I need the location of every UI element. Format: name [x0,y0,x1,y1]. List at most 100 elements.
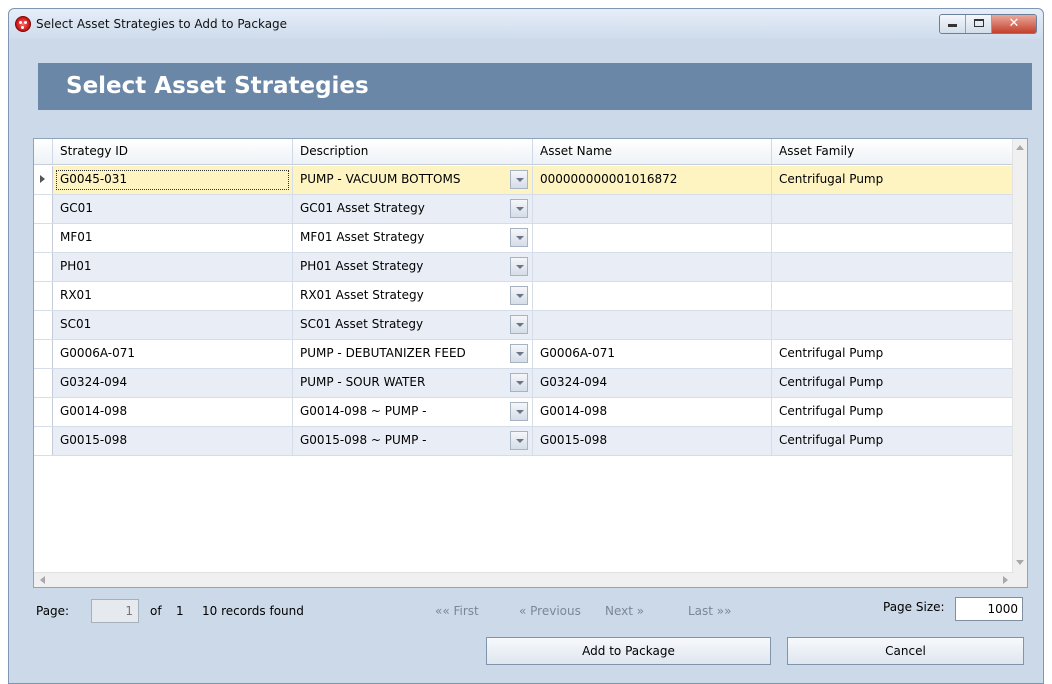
asset-family-cell[interactable]: Centrifugal Pump [772,427,1014,455]
vertical-scrollbar[interactable] [1012,139,1027,587]
description-cell[interactable]: PUMP - VACUUM BOTTOMS [293,166,533,194]
close-button[interactable]: ✕ [992,15,1036,33]
strategy-id-cell[interactable]: RX01 [53,282,293,310]
description-cell[interactable]: SC01 Asset Strategy [293,311,533,339]
table-row[interactable]: G0324-094 PUMP - SOUR WATER G0324-094 Ce… [34,369,1014,398]
scroll-right-icon[interactable] [1003,576,1008,584]
strategy-id-cell[interactable]: G0014-098 [53,398,293,426]
table-row[interactable]: G0006A-071 PUMP - DEBUTANIZER FEED G0006… [34,340,1014,369]
asset-family-cell[interactable] [772,224,1014,252]
description-cell[interactable]: PUMP - SOUR WATER [293,369,533,397]
table-row[interactable]: GC01 GC01 Asset Strategy [34,195,1014,224]
asset-name-cell[interactable]: G0006A-071 [533,340,772,368]
strategy-id-cell[interactable]: G0324-094 [53,369,293,397]
focus-rectangle [56,170,289,190]
page-number-input[interactable]: 1 [91,599,139,623]
asset-name-cell[interactable]: G0324-094 [533,369,772,397]
asset-name-cell[interactable] [533,311,772,339]
row-selector[interactable] [34,253,53,281]
strategy-id-cell[interactable]: G0006A-071 [53,340,293,368]
next-page-link[interactable]: Next » [605,604,644,618]
grid-rows: G0045-031 PUMP - VACUUM BOTTOMS 00000000… [34,166,1014,456]
description-cell[interactable]: PH01 Asset Strategy [293,253,533,281]
horizontal-scrollbar[interactable] [34,572,1014,587]
asset-family-cell[interactable] [772,195,1014,223]
description-cell[interactable]: GC01 Asset Strategy [293,195,533,223]
row-selector[interactable] [34,195,53,223]
total-pages: 1 [176,604,184,618]
strategy-id-cell[interactable]: G0045-031 [53,166,293,194]
scroll-down-icon[interactable] [1016,560,1024,565]
strategy-id-cell[interactable]: PH01 [53,253,293,281]
asset-name-cell[interactable] [533,224,772,252]
description-dropdown-button[interactable] [510,402,528,421]
row-selector[interactable] [34,369,53,397]
first-page-link[interactable]: «« First [435,604,479,618]
description-dropdown-button[interactable] [510,315,528,334]
page-label: Page: [36,604,70,618]
last-page-link[interactable]: Last »» [688,604,732,618]
description-dropdown-button[interactable] [510,286,528,305]
row-selector[interactable] [34,398,53,426]
description-dropdown-button[interactable] [510,431,528,450]
row-selector[interactable] [34,340,53,368]
add-to-package-button[interactable]: Add to Package [486,637,771,665]
row-selector[interactable] [34,166,53,194]
row-selector[interactable] [34,427,53,455]
asset-name-cell[interactable]: 000000000001016872 [533,166,772,194]
cancel-button[interactable]: Cancel [787,637,1024,665]
table-row[interactable]: G0045-031 PUMP - VACUUM BOTTOMS 00000000… [34,166,1014,195]
description-dropdown-button[interactable] [510,257,528,276]
asset-family-cell[interactable]: Centrifugal Pump [772,340,1014,368]
asset-name-cell[interactable]: G0014-098 [533,398,772,426]
asset-family-cell[interactable]: Centrifugal Pump [772,166,1014,194]
description-cell[interactable]: MF01 Asset Strategy [293,224,533,252]
asset-family-cell[interactable] [772,253,1014,281]
strategy-id-cell[interactable]: SC01 [53,311,293,339]
column-header-asset-family[interactable]: Asset Family [772,139,1014,164]
asset-name-cell[interactable] [533,195,772,223]
description-dropdown-button[interactable] [510,344,528,363]
row-selector[interactable] [34,311,53,339]
strategy-id-cell[interactable]: GC01 [53,195,293,223]
description-cell[interactable]: RX01 Asset Strategy [293,282,533,310]
table-row[interactable]: RX01 RX01 Asset Strategy [34,282,1014,311]
asset-name-cell[interactable]: G0015-098 [533,427,772,455]
description-dropdown-button[interactable] [510,228,528,247]
column-header-asset-name[interactable]: Asset Name [533,139,772,164]
description-dropdown-button[interactable] [510,373,528,392]
table-row[interactable]: MF01 MF01 Asset Strategy [34,224,1014,253]
page-size-input[interactable]: 1000 [955,597,1023,621]
column-header-description[interactable]: Description [293,139,533,164]
maximize-button[interactable] [966,15,992,33]
asset-family-cell[interactable]: Centrifugal Pump [772,398,1014,426]
description-dropdown-button[interactable] [510,170,528,189]
table-row[interactable]: PH01 PH01 Asset Strategy [34,253,1014,282]
asset-name-cell[interactable] [533,282,772,310]
asset-family-cell[interactable] [772,311,1014,339]
title-bar[interactable]: Select Asset Strategies to Add to Packag… [9,9,1043,39]
scroll-left-icon[interactable] [40,576,45,584]
table-row[interactable]: G0014-098 G0014-098 ~ PUMP - G0014-098 C… [34,398,1014,427]
description-cell[interactable]: PUMP - DEBUTANIZER FEED [293,340,533,368]
scroll-up-icon[interactable] [1016,145,1024,150]
table-row[interactable]: G0015-098 G0015-098 ~ PUMP - G0015-098 C… [34,427,1014,456]
previous-page-link[interactable]: « Previous [519,604,581,618]
row-selector[interactable] [34,282,53,310]
description-cell[interactable]: G0015-098 ~ PUMP - [293,427,533,455]
table-row[interactable]: SC01 SC01 Asset Strategy [34,311,1014,340]
minimize-button[interactable] [940,15,966,33]
asset-family-cell[interactable] [772,282,1014,310]
grid-header: Strategy ID Description Asset Name Asset… [34,139,1014,165]
strategy-id-cell[interactable]: MF01 [53,224,293,252]
row-selector[interactable] [34,224,53,252]
app-icon [15,16,31,32]
window-controls: ✕ [939,14,1037,34]
current-row-icon [40,175,45,183]
strategy-id-cell[interactable]: G0015-098 [53,427,293,455]
asset-family-cell[interactable]: Centrifugal Pump [772,369,1014,397]
description-cell[interactable]: G0014-098 ~ PUMP - [293,398,533,426]
column-header-strategy-id[interactable]: Strategy ID [53,139,293,164]
description-dropdown-button[interactable] [510,199,528,218]
asset-name-cell[interactable] [533,253,772,281]
